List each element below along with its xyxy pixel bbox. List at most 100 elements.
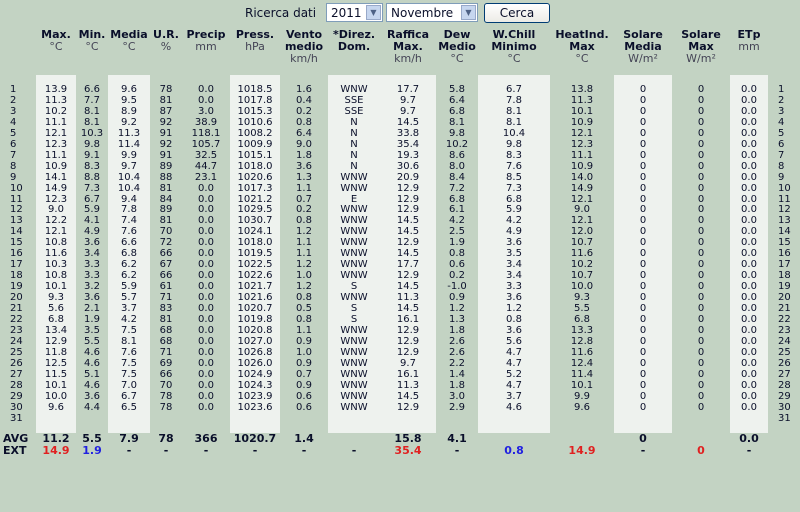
table-cell [328,413,380,425]
avg-cell: 1020.7 [233,431,277,445]
table-cell: 2.9 [449,401,465,413]
table-cell: 14.0 [570,171,594,183]
chevron-down-icon[interactable]: ▼ [366,5,381,20]
table-row: 31 31 [0,412,800,425]
table-cell: 0.6 [296,401,312,413]
header-row: Max. °C Min. °C Media °C U.R.% Precip mm Pre… [0,29,800,75]
table-cell: 1023.9 [230,391,280,403]
table-cell: 0 [614,183,672,195]
table-cell: 14.9 [570,182,594,194]
table-cell: 6.7 [108,391,150,403]
avg-label: AVG [3,431,29,445]
table-cell: 3.0 [449,390,465,402]
table-cell: 9.6 [574,401,590,413]
table-row: 9 14.1 8.8 10.4 88 23.1 1020.6 1.3 WNW 20.9 8.4 8.5… [0,171,800,184]
ext-cell: 35.4 [394,443,422,457]
ext-cell: - [126,443,132,457]
table-cell: 9.6 [36,402,76,414]
table-cell: 12.9 [380,183,436,195]
row-index-right: 1 [778,84,785,95]
search-button[interactable]: Cerca [484,3,550,23]
row-index-right: 9 [778,171,785,183]
ext-row: EXT 14.9 1.9 - - - - - - 35.4 - 0.8 14.9 - 0 - [0,445,800,456]
table-row: 29 10.0 3.6 6.7 78 0.0 1023.9 0.6 WNW 14.5 3.0 3.7 9… [0,390,800,403]
year-value: 2011 [331,6,362,20]
table-cell: 20.9 [380,172,436,184]
search-label: Ricerca dati [245,6,317,20]
table-cell: 8.3 [84,160,100,172]
header-vento: Vento medio km/h [284,28,324,65]
row-index: 30 [10,401,23,413]
table-cell: 30.6 [380,161,436,173]
table-cell [478,413,550,425]
header-etp: ETp mm [737,28,761,53]
table-cell: 1020.6 [230,172,280,184]
ext-cell: 1.9 [82,443,102,457]
year-select[interactable]: 2011 ▼ [326,3,383,22]
row-index: 1 [10,84,17,95]
row-index-right: 5 [778,127,785,139]
table-cell: 7.6 [478,161,550,173]
avg-cell [478,433,550,445]
row-index: 31 [10,412,23,424]
table-cell: WNW [328,172,380,184]
table-cell [380,413,436,425]
spacer-cell [768,75,800,85]
row-index-right: 3 [778,105,785,117]
table-cell: 0.0 [730,391,768,403]
spacer-cell [478,424,550,433]
table-cell [36,413,76,425]
avg-cell: 78 [158,431,174,445]
table-cell [108,413,150,425]
chevron-down-icon[interactable]: ▼ [461,5,476,20]
table-cell: 7.3 [84,182,100,194]
table-cell: 1.3 [296,171,312,183]
avg-cell: 5.5 [82,431,102,445]
row-index-right: 7 [778,149,785,161]
ext-cell: - [301,443,307,457]
table-cell: 9.7 [108,161,150,173]
table-cell: 78 [159,390,173,402]
table-cell: 6.5 [108,402,150,414]
table-cell: 10.4 [108,183,150,195]
avg-cell [328,433,380,445]
table-cell [182,414,230,425]
avg-cell [550,433,614,445]
search-toolbar: Ricerca dati 2011 ▼ Novembre ▼ Cerca [0,0,800,29]
header-index-right [768,29,800,75]
spacer-cell [0,75,36,85]
table-cell: 0 [697,390,705,402]
table-cell: 8.0 [449,160,465,172]
ext-cell: - [640,443,646,457]
spacer-cell [768,425,800,433]
ext-cell: 0 [697,443,705,457]
table-cell: 7.3 [478,183,550,195]
row-index-right: 2 [778,94,785,106]
table-cell: 14.9 [36,183,76,195]
ext-cell: 14.9 [568,443,596,457]
month-select[interactable]: Novembre ▼ [386,3,478,22]
header-heatind: HeatInd. Max °C [555,28,609,65]
ext-cell: - [163,443,169,457]
row-index: 10 [10,182,23,194]
table-cell: 4.6 [478,402,550,414]
table-cell: 88 [159,171,173,183]
table-cell: 44.7 [194,160,218,172]
table-cell: 78 [159,401,173,413]
table-cell: WNW [328,183,380,195]
avg-cell: 366 [194,431,218,445]
row-index: 4 [10,116,17,128]
table-cell: 0 [614,172,672,184]
row-index-right: 6 [778,138,785,150]
table-cell: 89 [159,160,173,172]
row-index: 7 [10,149,17,161]
avg-cell: 11.2 [42,431,70,445]
spacer-cell [672,425,730,433]
table-row: 30 9.6 4.4 6.5 78 0.0 1023.6 0.6 WNW 12.9 2.9 4.6 9.… [0,401,800,414]
table-cell: 10.9 [36,161,76,173]
table-cell: 0.0 [198,390,214,402]
avg-cell: 1.4 [294,431,314,445]
table-cell: 8.5 [478,172,550,184]
row-index-right: 29 [778,390,791,402]
table-cell: 0 [697,401,705,413]
